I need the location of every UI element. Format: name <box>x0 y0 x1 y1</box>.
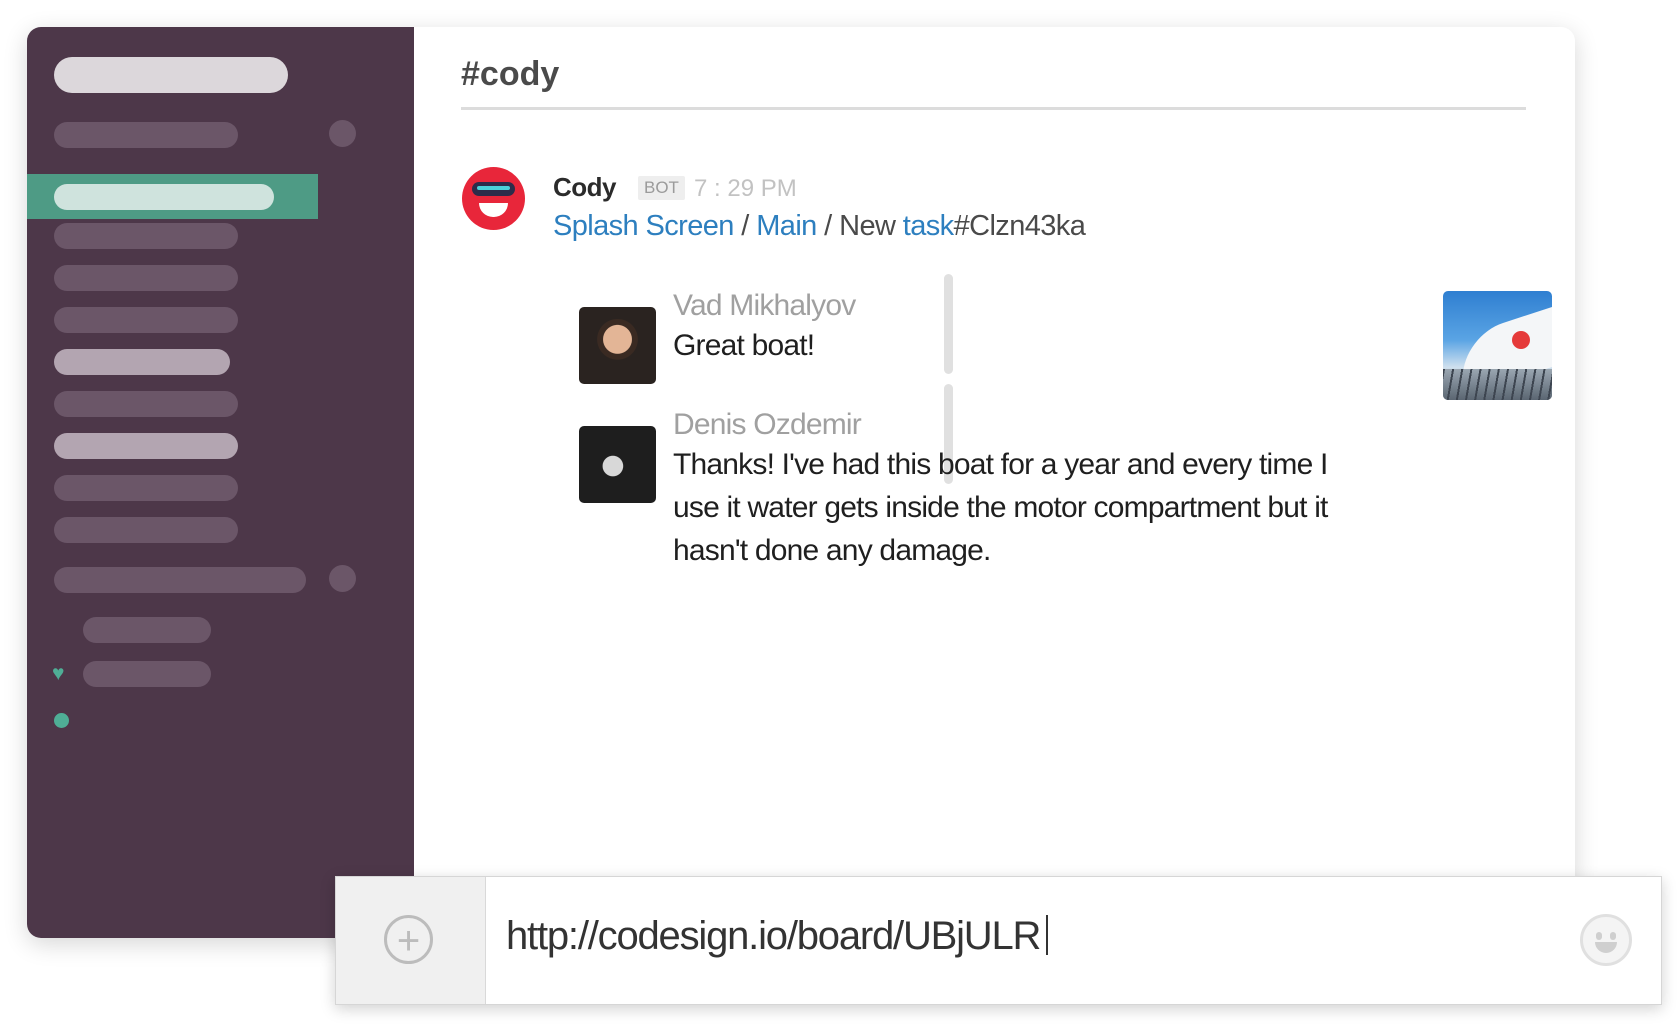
online-dot-icon <box>54 713 69 728</box>
sidebar-item-unread[interactable] <box>54 433 238 459</box>
message-input[interactable]: http://codesign.io/board/UBjULR <box>506 914 1049 959</box>
sidebar-section-header[interactable] <box>54 567 306 593</box>
quote-bar <box>944 274 953 374</box>
channel-title: #cody <box>461 55 560 93</box>
message-composer: + http://codesign.io/board/UBjULR <box>335 876 1662 1005</box>
avatar[interactable] <box>579 426 656 503</box>
app-window: ♥ #cody Cody BOT 7 : 29 PM Splash Screen… <box>27 27 1575 938</box>
sidebar-dm-item[interactable] <box>83 661 211 687</box>
sidebar-item[interactable] <box>54 517 238 543</box>
comment-author[interactable]: Denis Ozdemir <box>673 408 862 442</box>
plus-circle-icon[interactable]: + <box>384 915 433 964</box>
heart-icon: ♥ <box>52 662 65 685</box>
sidebar-item[interactable] <box>54 307 238 333</box>
sidebar-item[interactable] <box>54 391 238 417</box>
sidebar-dm-item[interactable] <box>83 617 211 643</box>
comment-text: Thanks! I've had this boat for a year an… <box>673 448 1328 567</box>
sidebar-item[interactable] <box>54 223 238 249</box>
breadcrumb: Splash Screen / Main / New task#Clzn43ka <box>553 210 1086 243</box>
breadcrumb-link-splash-screen[interactable]: Splash Screen <box>553 210 734 242</box>
bot-badge: BOT <box>638 176 685 200</box>
sidebar: ♥ <box>27 27 414 938</box>
message-timestamp[interactable]: 7 : 29 PM <box>694 175 797 203</box>
sidebar-section-badge <box>329 565 356 592</box>
sidebar-section-header[interactable] <box>54 122 238 148</box>
avatar[interactable] <box>579 307 656 384</box>
comment-author[interactable]: Vad Mikhalyov <box>673 289 856 323</box>
breadcrumb-link-task[interactable]: task <box>903 210 954 242</box>
comment-text: Great boat! <box>673 329 815 362</box>
boat-image-thumbnail[interactable] <box>1443 291 1552 400</box>
breadcrumb-link-main[interactable]: Main <box>756 210 817 242</box>
sidebar-section-badge <box>329 120 356 147</box>
sidebar-item-unread[interactable] <box>54 349 230 375</box>
sidebar-item[interactable] <box>54 265 238 291</box>
breadcrumb-separator: / <box>741 210 749 242</box>
header-divider <box>461 107 1526 110</box>
breadcrumb-text-new: New <box>839 210 896 242</box>
workspace-name-placeholder[interactable] <box>54 57 288 93</box>
breadcrumb-separator: / <box>824 210 832 242</box>
message-pane: #cody Cody BOT 7 : 29 PM Splash Screen /… <box>414 27 1575 938</box>
annotation-marker[interactable] <box>1512 331 1530 349</box>
sidebar-item-active-label <box>54 184 274 210</box>
sidebar-item[interactable] <box>54 475 238 501</box>
text-caret <box>1046 915 1049 955</box>
message-author[interactable]: Cody <box>553 172 617 203</box>
task-id: #Clzn43ka <box>953 210 1086 242</box>
smiley-icon[interactable] <box>1580 914 1632 966</box>
composer-attach-area: + <box>336 877 486 1004</box>
bot-avatar[interactable] <box>462 167 525 230</box>
